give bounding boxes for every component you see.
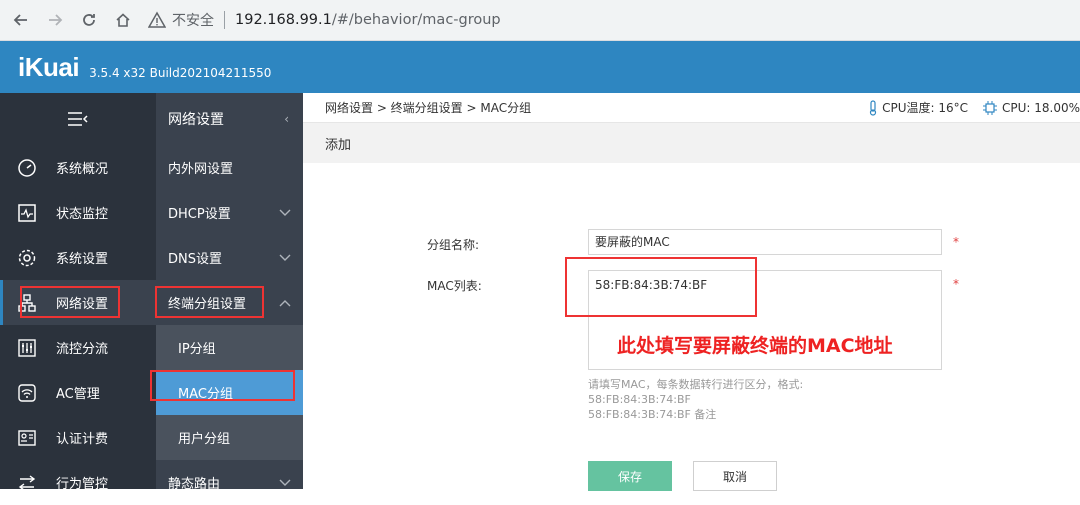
sliders-icon [16, 337, 38, 359]
nav-item-label: 行为管控 [56, 477, 109, 492]
sub-item-label: DHCP设置 [168, 207, 231, 222]
mac-list-label: MAC列表: [427, 279, 482, 293]
app-header: iKuai 3.5.4 x32 Build202104211550 [0, 41, 1080, 93]
address-bar[interactable]: 不安全 192.168.99.1/#/behavior/mac-group [148, 10, 501, 30]
arrow-right-icon [49, 14, 63, 26]
nav-item-monitor[interactable]: 状态监控 [0, 190, 156, 235]
menu-toggle-button[interactable] [0, 93, 156, 145]
url-separator [224, 11, 225, 29]
sub-item-dhcp[interactable]: DHCP设置 [156, 190, 303, 235]
reload-button[interactable] [76, 7, 102, 33]
required-mark: * [953, 277, 959, 291]
sub-item-lan-wan[interactable]: 内外网设置 [156, 145, 303, 190]
nav-item-label: 认证计费 [56, 432, 109, 447]
gear-icon [16, 247, 38, 269]
highlight-box-terminal-group [155, 286, 264, 318]
version-label: 3.5.4 x32 Build202104211550 [89, 66, 272, 80]
section-title: 添加 [325, 137, 352, 153]
nav-item-auth[interactable]: 认证计费 [0, 415, 156, 460]
sub-item-label: 内外网设置 [168, 162, 234, 177]
cpu-usage: CPU: 18.00% [982, 100, 1080, 116]
chevron-down-icon [279, 254, 291, 261]
warning-icon [148, 11, 166, 28]
back-button[interactable] [8, 7, 34, 33]
sub-item-ip-group[interactable]: IP分组 [156, 325, 303, 370]
forward-button[interactable] [42, 7, 68, 33]
sub-nav-title-label: 网络设置 [168, 112, 224, 128]
nav-item-behavior[interactable]: 行为管控 [0, 460, 156, 505]
section-header: 添加 [303, 123, 1080, 163]
monitor-icon [16, 202, 38, 224]
hint-line: 58:FB:84:3B:74:BF [588, 393, 691, 406]
mac-format-hint: 请填写MAC，每条数据转行进行区分，格式: 58:FB:84:3B:74:BF … [588, 377, 803, 422]
ikuai-logo: iKuai [18, 51, 80, 82]
home-button[interactable] [110, 7, 136, 33]
chevron-up-icon [279, 299, 291, 306]
status-area: CPU温度: 16°C CPU: 18.00% [854, 99, 1080, 116]
required-mark: * [953, 235, 959, 249]
hint-line: 58:FB:84:3B:74:BF 备注 [588, 408, 717, 421]
chevron-left-icon: ‹ [284, 112, 289, 126]
group-name-input[interactable]: 要屏蔽的MAC [588, 229, 942, 255]
reload-icon [83, 14, 95, 26]
cpu-usage-label: CPU: 18.00% [1001, 100, 1080, 115]
breadcrumb: 网络设置 > 终端分组设置 > MAC分组 [325, 101, 532, 115]
sub-nav-title[interactable]: 网络设置 ‹ [156, 93, 303, 145]
group-name-label: 分组名称: [427, 238, 480, 252]
sub-item-static-route[interactable]: 静态路由 [156, 460, 303, 505]
url-path: /#/behavior/mac-group [331, 12, 501, 28]
highlight-box-mac-group [150, 370, 295, 401]
nav-item-label: 流控分流 [56, 342, 109, 357]
insecure-label: 不安全 [172, 13, 214, 29]
nav-item-overview[interactable]: 系统概况 [0, 145, 156, 190]
sub-item-label: 静态路由 [168, 477, 221, 492]
nav-item-traffic[interactable]: 流控分流 [0, 325, 156, 370]
nav-item-label: 系统概况 [56, 162, 109, 177]
nav-item-label: AC管理 [56, 387, 100, 402]
sub-item-label: IP分组 [178, 342, 216, 357]
nav-item-label: 系统设置 [56, 252, 109, 267]
menu-collapse-icon [68, 112, 88, 126]
home-icon [116, 13, 130, 27]
breadcrumb-bar: 网络设置 > 终端分组设置 > MAC分组 CPU温度: 16°C CPU: 1… [303, 93, 1080, 123]
nav-item-system-settings[interactable]: 系统设置 [0, 235, 156, 280]
sub-item-dns[interactable]: DNS设置 [156, 235, 303, 280]
hint-line: 请填写MAC，每条数据转行进行区分，格式: [588, 378, 804, 391]
annotation-text: 此处填写要屏蔽终端的MAC地址 [617, 335, 893, 357]
id-card-icon [16, 427, 38, 449]
cpu-temp: CPU温度: 16°C [868, 99, 968, 116]
arrows-icon [16, 472, 38, 494]
sub-item-label: DNS设置 [168, 252, 222, 267]
arrow-left-icon [13, 14, 27, 26]
cancel-button[interactable]: 取消 [693, 461, 777, 491]
nav-item-ac[interactable]: AC管理 [0, 370, 156, 415]
thermometer-icon [869, 99, 877, 116]
chip-icon [982, 100, 997, 115]
wifi-icon [16, 382, 38, 404]
dashboard-icon [16, 157, 38, 179]
cpu-temp-label: CPU温度: 16°C [882, 101, 968, 115]
browser-toolbar: 不安全 192.168.99.1/#/behavior/mac-group [0, 0, 1080, 41]
highlight-box-mac-value [565, 257, 757, 317]
nav-item-label: 状态监控 [56, 207, 109, 222]
sub-item-label: 用户分组 [178, 432, 231, 447]
highlight-box-network [20, 286, 120, 318]
sub-item-user-group[interactable]: 用户分组 [156, 415, 303, 460]
save-button[interactable]: 保存 [588, 461, 672, 491]
chevron-down-icon [279, 479, 291, 486]
url-host: 192.168.99.1 [235, 12, 332, 28]
chevron-down-icon [279, 209, 291, 216]
